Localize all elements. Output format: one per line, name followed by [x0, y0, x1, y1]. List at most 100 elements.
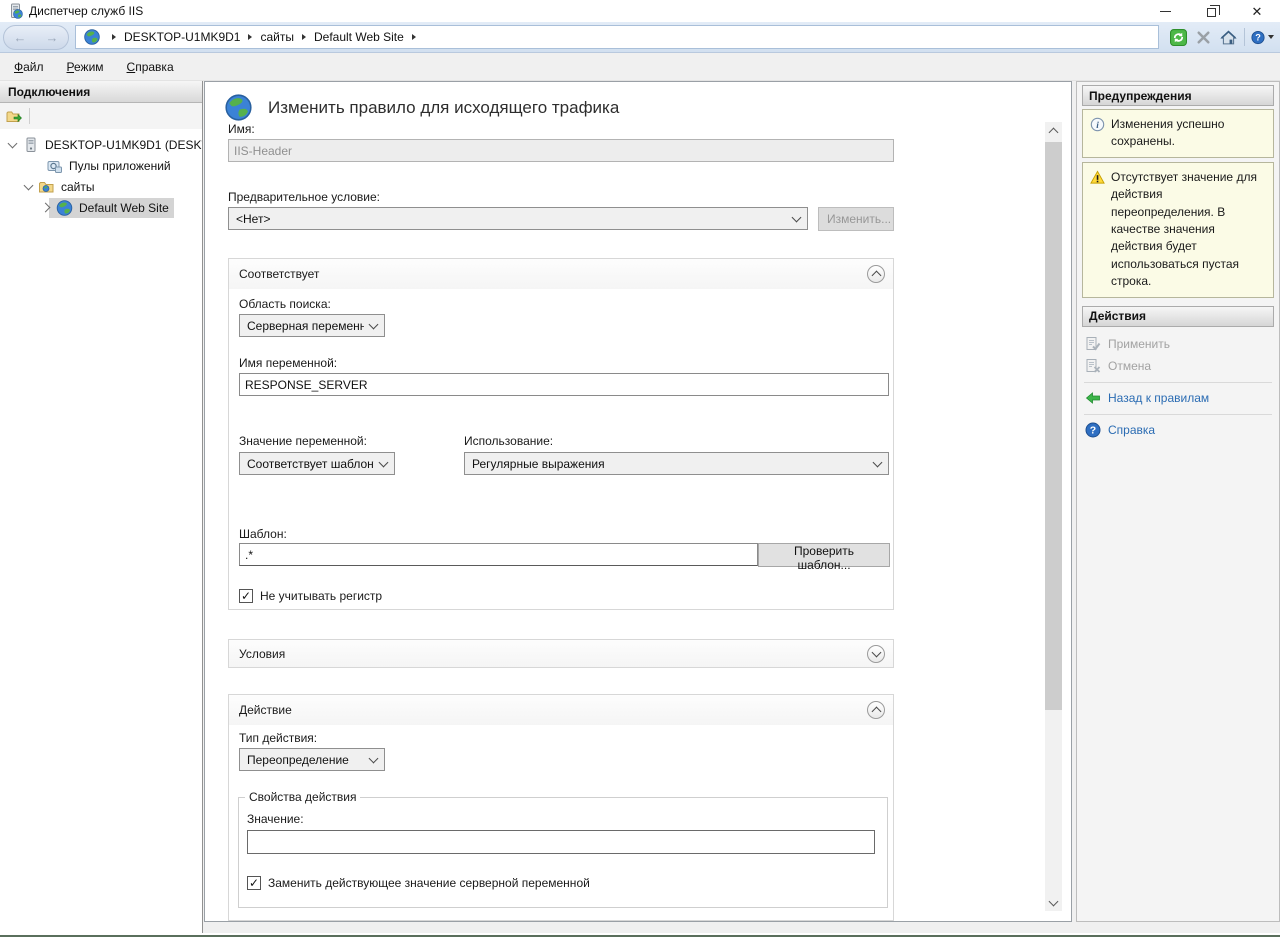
pattern-input[interactable] — [239, 543, 758, 566]
info-alert-text: Изменения успешно сохранены. — [1111, 116, 1268, 151]
menu-help[interactable]: Справка — [118, 56, 183, 78]
home-button[interactable] — [1217, 27, 1240, 48]
restore-button[interactable] — [1188, 0, 1234, 22]
sites-folder-icon — [38, 179, 55, 195]
chevron-down-icon — [792, 212, 802, 222]
menu-file[interactable]: Файл — [5, 56, 53, 78]
help-icon — [1085, 422, 1101, 438]
precondition-select[interactable]: <Нет> — [228, 207, 808, 230]
back-to-rules-action[interactable]: Назад к правилам — [1084, 388, 1272, 409]
replace-label: Заменить действующее значение серверной … — [268, 876, 590, 890]
warning-alert: Отсутствует значение для действия переоп… — [1082, 162, 1274, 298]
connections-tree: DESKTOP-U1MK9D1 (DESKTOP Пулы приложений… — [0, 129, 202, 218]
breadcrumb-default-web-site[interactable]: Default Web Site — [314, 30, 404, 44]
close-button[interactable]: ✕ — [1234, 0, 1280, 22]
collapse-section-button[interactable] — [867, 701, 885, 719]
collapse-section-button[interactable] — [867, 265, 885, 283]
help-dropdown-icon — [1268, 35, 1274, 39]
checkbox-checked-icon[interactable]: ✓ — [239, 589, 253, 603]
help-button[interactable] — [1251, 27, 1274, 48]
precondition-value: <Нет> — [236, 212, 270, 226]
tree-item-label: Пулы приложений — [66, 157, 174, 175]
warning-alert-text: Отсутствует значение для действия переоп… — [1111, 169, 1268, 291]
tree-item-sites[interactable]: сайты — [0, 176, 202, 197]
variable-name-label: Имя переменной: — [239, 356, 337, 370]
match-section-title: Соответствует — [239, 267, 319, 281]
apply-label: Применить — [1108, 337, 1170, 351]
iis-manager-window: Диспетчер служб IIS ✕ ← → DESKTOP-U1MK9D… — [0, 0, 1280, 937]
breadcrumb-sites[interactable]: сайты — [260, 30, 294, 44]
minimize-button[interactable] — [1142, 0, 1188, 22]
chevron-up-icon — [1049, 127, 1059, 137]
actions-header: Действия — [1082, 306, 1274, 327]
scroll-up-button[interactable] — [1045, 122, 1062, 139]
refresh-button[interactable] — [1167, 27, 1190, 48]
pattern-label: Шаблон: — [239, 527, 287, 541]
tree-item-app-pools[interactable]: Пулы приложений — [0, 155, 202, 176]
tree-item-label: DESKTOP-U1MK9D1 (DESKTOP — [42, 136, 202, 154]
save-connection-icon[interactable] — [5, 108, 23, 124]
breadcrumb-server[interactable]: DESKTOP-U1MK9D1 — [124, 30, 240, 44]
site-globe-icon — [56, 200, 73, 216]
scope-select[interactable]: Серверная переменн — [239, 314, 385, 337]
apply-icon — [1085, 336, 1101, 352]
scroll-down-button[interactable] — [1045, 894, 1062, 911]
action-value-input[interactable] — [247, 830, 875, 854]
connections-sidebar: Подключения DESKTOP-U1MK9D1 (DESKTOP Пул… — [0, 81, 203, 933]
name-label: Имя: — [228, 122, 255, 136]
chevron-expanded-icon[interactable] — [24, 180, 34, 190]
using-select[interactable]: Регулярные выражения — [464, 452, 889, 475]
checkbox-checked-icon[interactable]: ✓ — [247, 876, 261, 890]
back-arrow-icon — [1085, 390, 1101, 406]
home-icon — [1220, 29, 1237, 46]
breadcrumb[interactable]: DESKTOP-U1MK9D1 сайты Default Web Site — [75, 25, 1159, 49]
replace-checkbox-row[interactable]: ✓ Заменить действующее значение серверно… — [247, 876, 590, 890]
action-properties-legend: Свойства действия — [245, 790, 360, 804]
value-label: Значение: — [247, 812, 304, 826]
cancel-label: Отмена — [1108, 359, 1151, 373]
scrollbar-thumb[interactable] — [1045, 142, 1062, 710]
connections-header: Подключения — [0, 81, 202, 103]
name-input — [228, 139, 894, 162]
chevron-expanded-icon[interactable] — [8, 138, 18, 148]
forward-icon: → — [46, 31, 59, 44]
actions-list: Применить Отмена Назад к правилам Справк… — [1082, 330, 1274, 441]
action-type-label: Тип действия: — [239, 731, 317, 745]
vertical-scrollbar[interactable] — [1045, 122, 1062, 911]
window-title: Диспетчер служб IIS — [29, 4, 143, 18]
ignore-case-label: Не учитывать регистр — [260, 589, 382, 603]
variable-value-select[interactable]: Соответствует шаблону — [239, 452, 395, 475]
toolbar-separator — [29, 108, 30, 124]
warning-icon — [1090, 170, 1105, 185]
app-icon — [7, 3, 23, 19]
action-type-select[interactable]: Переопределение — [239, 748, 385, 771]
tree-item-server[interactable]: DESKTOP-U1MK9D1 (DESKTOP — [0, 134, 202, 155]
chevron-down-icon — [369, 319, 379, 329]
action-section-title: Действие — [239, 703, 292, 717]
info-icon — [1090, 117, 1105, 132]
warnings-header: Предупреждения — [1082, 85, 1274, 106]
globe-icon — [84, 29, 100, 45]
expand-section-button[interactable] — [867, 645, 885, 663]
tree-item-default-web-site[interactable]: Default Web Site — [0, 197, 202, 218]
selected-tree-item[interactable]: Default Web Site — [49, 198, 174, 218]
test-pattern-button[interactable]: Проверить шаблон... — [758, 543, 890, 567]
help-action[interactable]: Справка — [1084, 420, 1272, 441]
variable-value-value: Соответствует шаблону — [247, 457, 374, 471]
variable-value-label: Значение переменной: — [239, 434, 367, 448]
actions-separator — [1084, 382, 1272, 383]
scope-value: Серверная переменн — [247, 319, 364, 333]
title-bar: Диспетчер служб IIS ✕ — [0, 0, 1280, 22]
menu-view[interactable]: Режим — [58, 56, 113, 78]
info-alert: Изменения успешно сохранены. — [1082, 109, 1274, 158]
breadcrumb-arrow-icon — [112, 34, 116, 40]
using-label: Использование: — [464, 434, 553, 448]
chevron-down-icon — [873, 457, 883, 467]
variable-name-input[interactable] — [239, 373, 889, 396]
menu-bar: Файл Режим Справка — [0, 53, 1280, 81]
cancel-icon — [1085, 358, 1101, 374]
breadcrumb-arrow-icon — [412, 34, 416, 40]
precondition-label: Предварительное условие: — [228, 190, 380, 204]
ignore-case-checkbox-row[interactable]: ✓ Не учитывать регистр — [239, 589, 382, 603]
cancel-action: Отмена — [1084, 356, 1272, 377]
